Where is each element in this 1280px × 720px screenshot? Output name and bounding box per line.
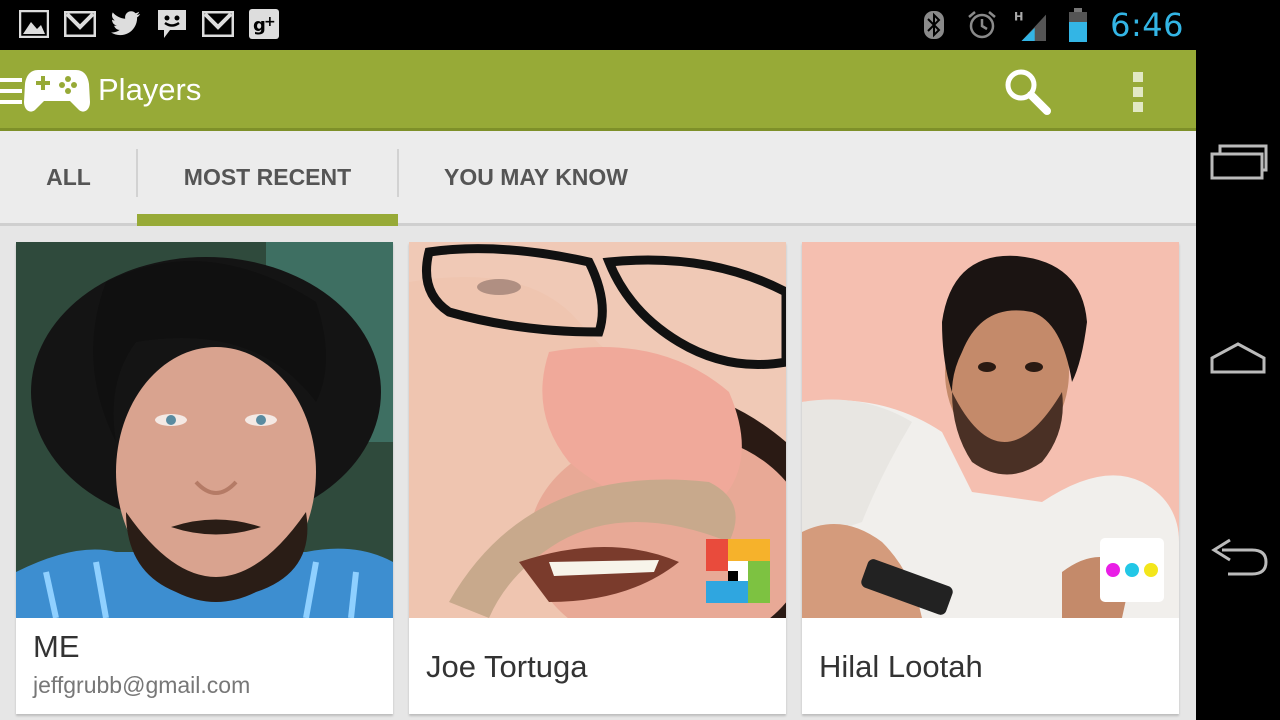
clock: 6:46 bbox=[1110, 6, 1184, 44]
tab-bar: ALL MOST RECENT YOU MAY KNOW bbox=[0, 131, 1196, 226]
notification-icons: g + bbox=[18, 8, 280, 40]
svg-text:+: + bbox=[264, 14, 276, 30]
gmail-icon bbox=[64, 8, 96, 40]
player-name: ME bbox=[33, 629, 80, 664]
game-controller-icon[interactable] bbox=[24, 66, 90, 119]
status-bar: g + H 6:46 bbox=[0, 0, 1196, 50]
tab-all[interactable]: ALL bbox=[0, 131, 137, 223]
svg-text:H: H bbox=[1014, 10, 1023, 23]
drawer-indicator-icon[interactable] bbox=[0, 78, 22, 111]
player-card-joe-tortuga[interactable]: Joe Tortuga bbox=[409, 242, 786, 714]
three-dots-game-icon bbox=[1100, 538, 1164, 602]
gallery-icon bbox=[18, 8, 50, 40]
player-name: Joe Tortuga bbox=[426, 649, 588, 684]
player-card-me[interactable]: ME jeffgrubb@gmail.com bbox=[16, 242, 393, 714]
colorful-squares-game-icon bbox=[706, 539, 770, 603]
tab-you-may-know[interactable]: YOU MAY KNOW bbox=[398, 131, 674, 223]
action-bar: Players bbox=[0, 50, 1196, 131]
player-name: Hilal Lootah bbox=[819, 649, 983, 684]
player-card-hilal-lootah[interactable]: Hilal Lootah bbox=[802, 242, 1179, 714]
google-plus-icon: g + bbox=[248, 8, 280, 40]
gmail-icon bbox=[202, 8, 234, 40]
twitter-icon bbox=[110, 8, 142, 40]
back-icon[interactable] bbox=[1208, 536, 1270, 580]
search-icon[interactable] bbox=[1003, 67, 1051, 115]
selected-tab-indicator bbox=[137, 214, 398, 226]
recent-apps-icon[interactable] bbox=[1208, 140, 1270, 184]
alarm-icon bbox=[966, 9, 998, 41]
talk-icon bbox=[156, 8, 188, 40]
overflow-menu-icon[interactable] bbox=[1133, 72, 1145, 112]
bluetooth-icon bbox=[918, 9, 950, 41]
player-photo bbox=[16, 242, 393, 618]
home-icon[interactable] bbox=[1208, 338, 1270, 382]
battery-icon bbox=[1062, 8, 1094, 42]
page-title: Players bbox=[98, 72, 202, 107]
tab-most-recent[interactable]: MOST RECENT bbox=[137, 131, 398, 223]
system-nav-bar bbox=[1196, 0, 1280, 720]
signal-h-icon: H bbox=[1014, 9, 1047, 41]
player-email: jeffgrubb@gmail.com bbox=[33, 672, 251, 698]
